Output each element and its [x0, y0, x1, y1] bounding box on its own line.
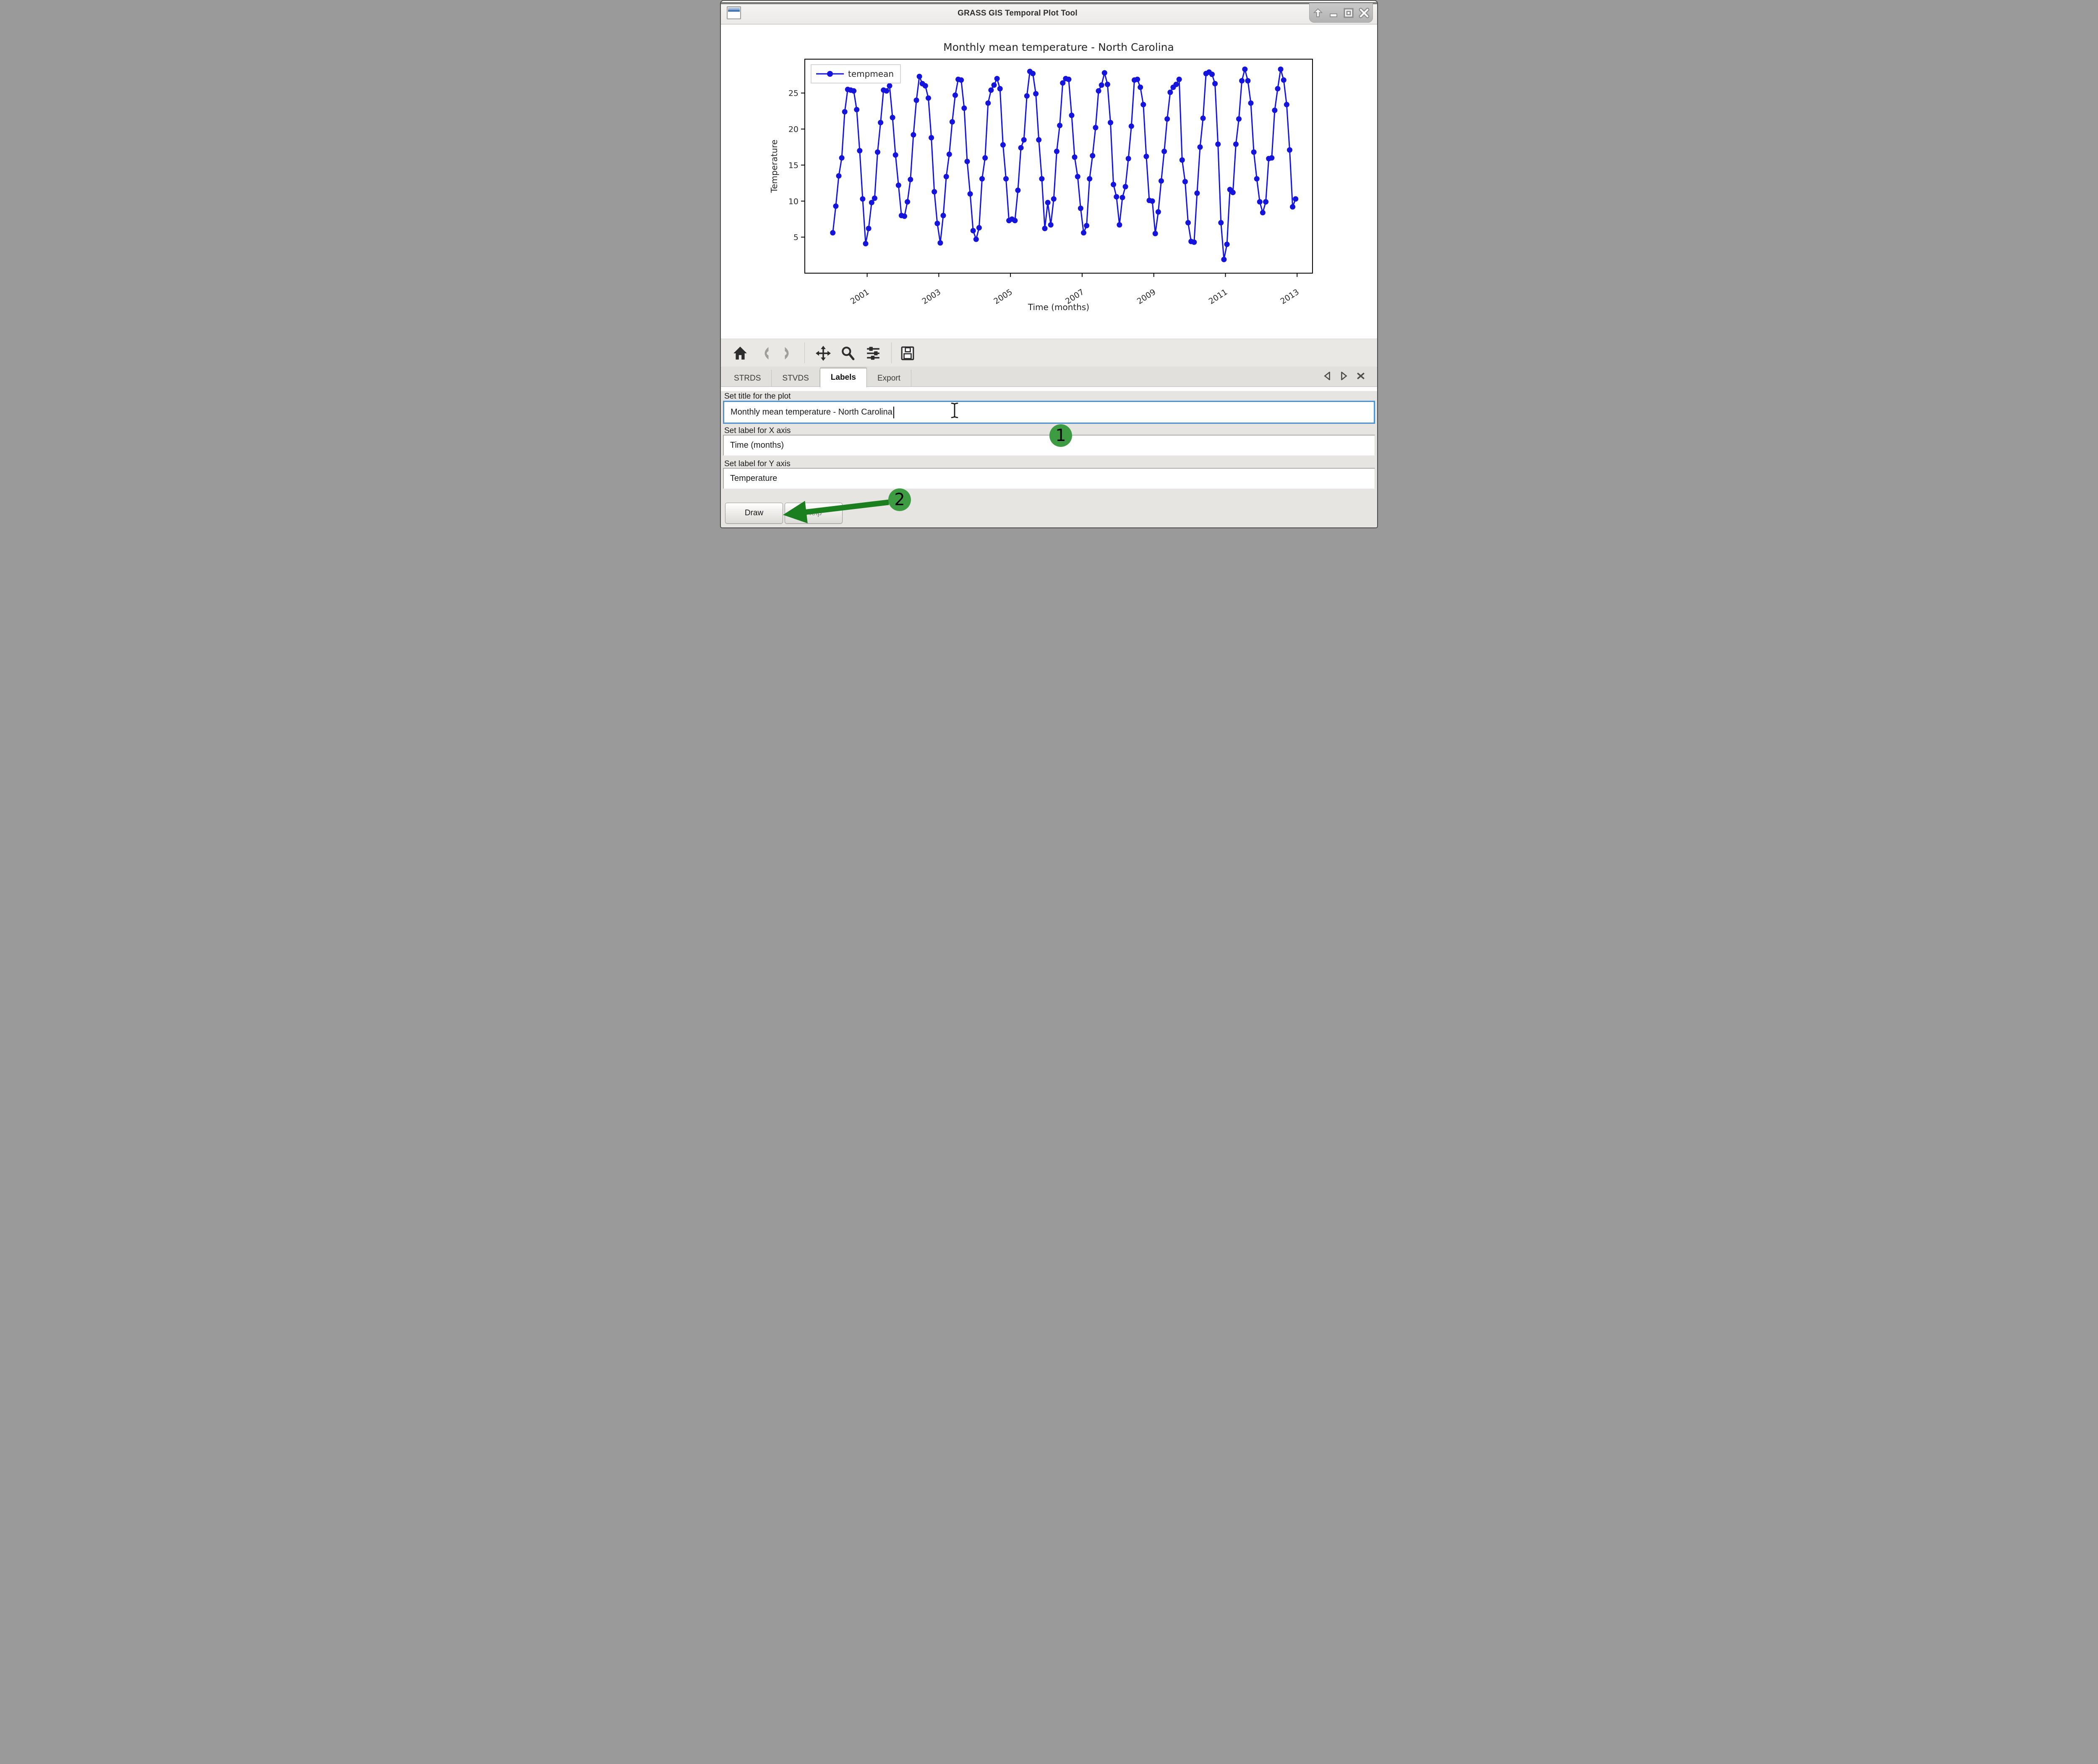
- close-icon: [1359, 8, 1370, 18]
- title-field-label: Set title for the plot: [724, 392, 791, 401]
- tab-scroll-left-button[interactable]: [1322, 371, 1333, 381]
- window-title: GRASS GIS Temporal Plot Tool: [721, 9, 1314, 18]
- sliders-icon: [866, 346, 881, 361]
- y-axis: 5 10 15 20 25 Temperature: [769, 89, 805, 242]
- close-tab-icon: [1357, 372, 1365, 380]
- xlabel-field-label: Set label for X axis: [724, 426, 791, 436]
- pan-button[interactable]: [815, 345, 832, 362]
- draw-button[interactable]: Draw: [725, 503, 783, 524]
- tab-strds-label: STRDS: [734, 374, 761, 383]
- svg-text:25: 25: [788, 89, 798, 98]
- tab-scroll-right-button[interactable]: [1339, 371, 1349, 381]
- svg-text:2001: 2001: [849, 287, 871, 306]
- save-button[interactable]: [899, 345, 916, 362]
- series-tempmean: [830, 67, 1298, 262]
- tab-labels-label: Labels: [831, 373, 856, 382]
- x-axis-label-value: Time (months): [730, 441, 784, 450]
- svg-text:2009: 2009: [1135, 287, 1158, 306]
- triangle-right-icon: [1340, 372, 1348, 380]
- forward-button[interactable]: [780, 345, 797, 362]
- tab-labels[interactable]: Labels: [820, 367, 867, 387]
- titlebar: GRASS GIS Temporal Plot Tool: [721, 1, 1377, 24]
- help-button-label: Help: [805, 509, 822, 518]
- triangle-left-icon: [1323, 372, 1331, 380]
- tab-strds[interactable]: STRDS: [723, 370, 772, 387]
- arrow-right-icon: [781, 346, 796, 361]
- svg-text:20: 20: [788, 125, 798, 134]
- back-button[interactable]: [757, 345, 773, 362]
- tab-export[interactable]: Export: [867, 370, 911, 387]
- arrow-left-icon: [757, 346, 772, 361]
- home-button[interactable]: [732, 345, 749, 362]
- labels-page: Set title for the plot Monthly mean temp…: [721, 391, 1377, 527]
- plot-title-input[interactable]: Monthly mean temperature - North Carolin…: [723, 401, 1375, 424]
- move-icon: [816, 346, 831, 361]
- configure-subplots-button[interactable]: [865, 345, 882, 362]
- svg-text:10: 10: [788, 197, 798, 206]
- svg-text:2011: 2011: [1207, 287, 1229, 306]
- svg-text:5: 5: [793, 233, 798, 242]
- notebook-tabbar: STRDS STVDS Labels Export: [721, 366, 1377, 387]
- svg-text:15: 15: [788, 161, 798, 170]
- plot-toolbar: [721, 339, 1377, 366]
- maximize-button[interactable]: [1342, 6, 1355, 20]
- arrow-up-icon: [1313, 8, 1323, 18]
- legend-label: tempmean: [848, 69, 894, 79]
- figure-area: Monthly mean temperature - North Carolin…: [721, 25, 1377, 339]
- ylabel-field-label: Set label for Y axis: [724, 459, 791, 469]
- close-window-button[interactable]: [1357, 6, 1371, 20]
- tab-stvds[interactable]: STVDS: [772, 370, 819, 387]
- svg-text:2013: 2013: [1279, 287, 1301, 306]
- y-axis-label: Temperature: [769, 140, 779, 193]
- app-window: GRASS GIS Temporal Plot Tool: [720, 0, 1378, 528]
- help-button[interactable]: Help: [785, 503, 843, 524]
- chart-title: Monthly mean temperature - North Carolin…: [943, 41, 1174, 53]
- x-axis: 2001200320052007200920112013Time (months…: [849, 273, 1301, 312]
- draw-button-label: Draw: [745, 509, 763, 518]
- window-controls: [1309, 3, 1373, 23]
- tab-close-button[interactable]: [1355, 371, 1366, 381]
- tab-export-label: Export: [877, 374, 900, 383]
- minimize-button[interactable]: [1327, 6, 1340, 20]
- shade-window-button[interactable]: [1311, 6, 1325, 20]
- home-icon: [733, 346, 748, 361]
- tab-stvds-label: STVDS: [782, 374, 809, 383]
- svg-text:2005: 2005: [992, 287, 1014, 306]
- magnifier-icon: [840, 346, 856, 361]
- save-icon: [900, 346, 915, 361]
- x-axis-label-input[interactable]: Time (months): [723, 435, 1375, 456]
- y-axis-label-input[interactable]: Temperature: [723, 468, 1375, 489]
- maximize-icon: [1343, 8, 1354, 18]
- plot-frame: [805, 59, 1313, 273]
- zoom-rect-button[interactable]: [840, 345, 856, 362]
- legend: tempmean: [811, 65, 900, 83]
- minimize-icon: [1328, 8, 1339, 18]
- text-caret: [893, 407, 894, 418]
- x-axis-label: Time (months): [1028, 302, 1089, 312]
- plot-title-value: Monthly mean temperature - North Carolin…: [731, 407, 892, 417]
- y-axis-label-value: Temperature: [730, 474, 777, 483]
- plot-canvas[interactable]: Monthly mean temperature - North Carolin…: [721, 25, 1377, 339]
- svg-text:2003: 2003: [921, 287, 943, 306]
